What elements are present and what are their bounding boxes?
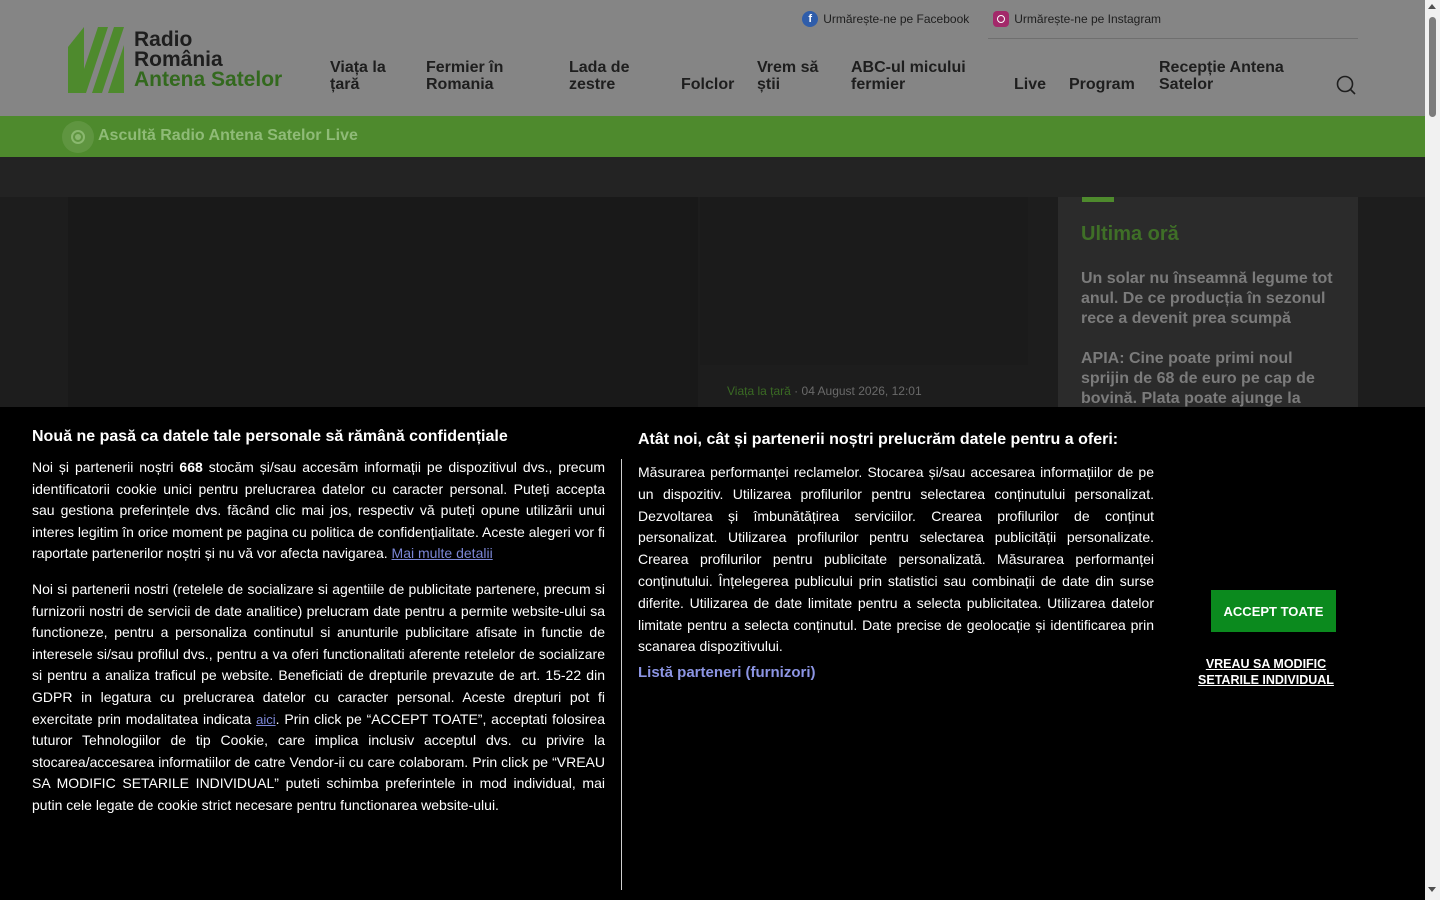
secondary-article-image[interactable] xyxy=(700,197,1028,365)
partner-count: 668 xyxy=(179,459,203,475)
modify-settings-link[interactable]: VREAU SA MODIFIC SETARILE INDIVIDUAL xyxy=(1190,656,1342,688)
logo-line-3: Antena Satelor xyxy=(134,68,283,91)
news-item[interactable]: APIA: Cine poate primi noul sprijin de 6… xyxy=(1081,349,1336,409)
nav-item-folclor[interactable]: Folclor xyxy=(681,76,734,93)
cookie-title: Nouă ne pasă ca datele tale personale să… xyxy=(32,428,508,445)
nav-item-viata-la-tara[interactable]: Viața la țară xyxy=(330,59,410,93)
more-details-link[interactable]: Mai multe detalii xyxy=(392,545,493,561)
meta-separator: · xyxy=(794,384,802,398)
search-icon[interactable] xyxy=(1336,75,1356,95)
cookie-paragraph-2: Noi si partenerii nostri (retelele de so… xyxy=(32,579,605,817)
rights-here-link[interactable]: aici xyxy=(256,712,276,727)
instagram-link[interactable]: Urmărește-ne pe Instagram xyxy=(993,11,1161,27)
logo-mark-icon xyxy=(68,27,124,93)
purposes-title: Atât noi, cât și partenerii noștri prelu… xyxy=(638,431,1119,448)
content-background xyxy=(0,157,1425,197)
cookie-divider xyxy=(621,459,622,890)
cookie-paragraph-1: Noi și partenerii noștri 668 stocăm și/s… xyxy=(32,457,605,565)
article-meta: Viața la țară · 04 August 2026, 12:01 xyxy=(727,384,922,398)
facebook-label: Urmărește-ne pe Facebook xyxy=(823,12,970,26)
cookie-left-column: Nouă ne pasă ca datele tale personale să… xyxy=(32,427,605,817)
site-logo[interactable]: Radio România Antena Satelor xyxy=(68,26,298,94)
live-radio-icon xyxy=(62,121,94,153)
nav-item-fermier[interactable]: Fermier în Romania xyxy=(426,59,536,93)
page-content: Viața la țară · 04 August 2026, 12:01 Ul… xyxy=(0,157,1425,407)
facebook-icon: f xyxy=(802,11,819,27)
social-links: f Urmărește-ne pe Facebook Urmărește-ne … xyxy=(802,11,1161,27)
instagram-label: Urmărește-ne pe Instagram xyxy=(1014,12,1161,26)
news-item[interactable]: Un solar nu înseamnă legume tot anul. De… xyxy=(1081,269,1336,329)
cookie-p1-text-a: Noi și partenerii noștri xyxy=(32,459,180,475)
featured-article-image[interactable] xyxy=(68,197,698,407)
accept-all-button[interactable]: ACCEPT TOATE xyxy=(1211,590,1336,632)
article-date: 04 August 2026, 12:01 xyxy=(801,384,922,398)
nav-item-receptie[interactable]: Recepție Antena Satelor xyxy=(1159,59,1299,93)
article-category[interactable]: Viața la țară xyxy=(727,384,791,398)
instagram-icon xyxy=(993,11,1010,27)
nav-item-live[interactable]: Live xyxy=(1014,76,1046,93)
logo-line-2: România xyxy=(134,48,223,71)
latest-news-sidebar: Ultima oră Un solar nu înseamnă legume t… xyxy=(1058,197,1358,407)
partners-list-link[interactable]: Listă parteneri (furnizori) xyxy=(638,664,1154,681)
live-bar[interactable]: Ascultă Radio Antena Satelor Live xyxy=(0,116,1425,157)
nav-item-abc-fermier[interactable]: ABC-ul micului fermier xyxy=(851,59,976,93)
logo-line-1: Radio xyxy=(134,28,193,51)
page-scrollbar[interactable] xyxy=(1425,0,1440,900)
nav-item-program[interactable]: Program xyxy=(1069,76,1135,93)
nav-item-lada-de-zestre[interactable]: Lada de zestre xyxy=(569,59,649,93)
scroll-thumb[interactable] xyxy=(1429,17,1436,117)
live-bar-label: Ascultă Radio Antena Satelor Live xyxy=(98,127,358,144)
social-divider xyxy=(988,38,1358,39)
site-header: Radio România Antena Satelor f Urmărește… xyxy=(0,0,1425,116)
scroll-up-arrow-icon[interactable] xyxy=(1428,4,1436,9)
logo-text: Radio România Antena Satelor xyxy=(134,28,283,91)
purposes-text: Măsurarea performanței reclamelor. Stoca… xyxy=(638,464,1154,655)
scroll-down-arrow-icon[interactable] xyxy=(1428,887,1436,892)
cookie-consent-banner: Nouă ne pasă ca datele tale personale să… xyxy=(0,407,1425,900)
facebook-link[interactable]: f Urmărește-ne pe Facebook xyxy=(802,11,969,27)
sidebar-accent-bar xyxy=(1082,197,1114,202)
sidebar-title: Ultima oră xyxy=(1081,223,1179,245)
nav-item-vrem-sa-stii[interactable]: Vrem să știi xyxy=(757,59,829,93)
cookie-purposes-column: Atât noi, cât și partenerii noștri prelu… xyxy=(638,430,1154,681)
cookie-p2-text-a: Noi si partenerii nostri (retelele de so… xyxy=(32,580,605,727)
